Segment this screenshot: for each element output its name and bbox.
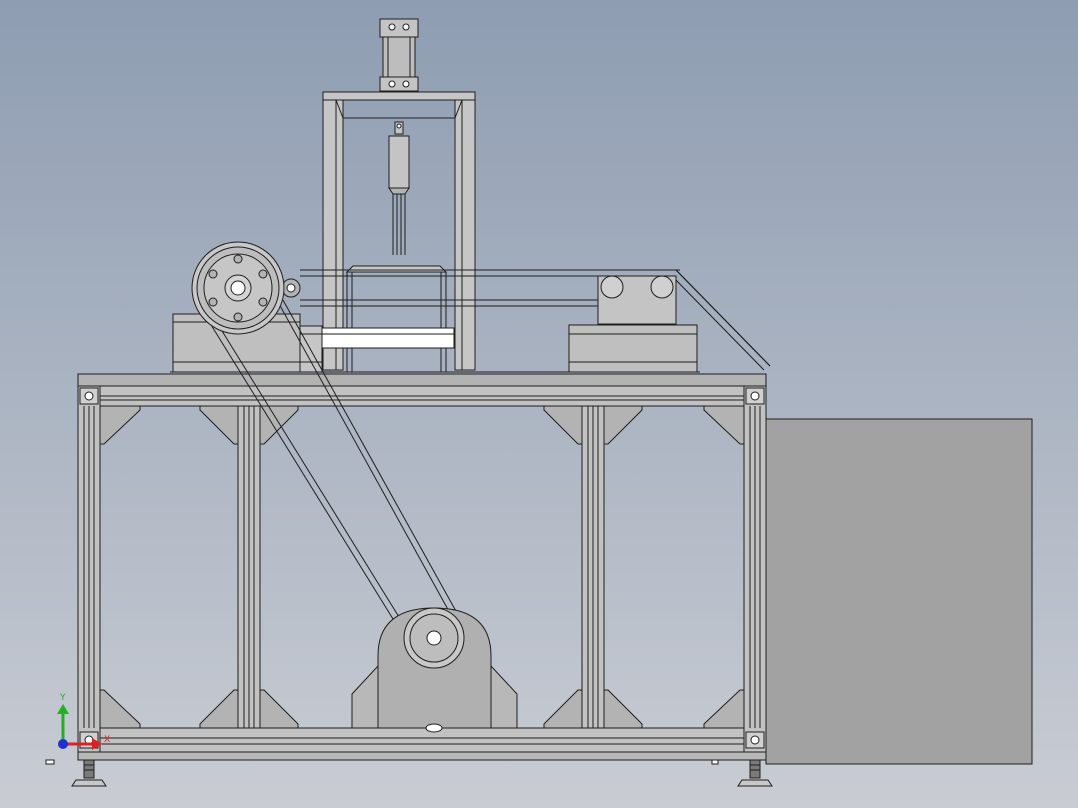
- z-axis-dot: [58, 739, 68, 749]
- top-beam: [77, 373, 767, 387]
- drive-pulley[interactable]: [403, 607, 465, 669]
- y-axis-label: Y: [59, 693, 66, 703]
- cad-viewport[interactable]: Y X: [0, 0, 1078, 808]
- side-panel[interactable]: [765, 418, 1033, 765]
- bottom-beam: [77, 727, 767, 753]
- cad-canvas[interactable]: Y X: [0, 0, 1078, 808]
- base-rail: [77, 751, 767, 761]
- idler-rollers-left: [281, 278, 301, 298]
- x-axis-label: X: [104, 735, 110, 745]
- pneumatic-cylinder[interactable]: [379, 18, 419, 92]
- driven-pulley[interactable]: [191, 241, 285, 335]
